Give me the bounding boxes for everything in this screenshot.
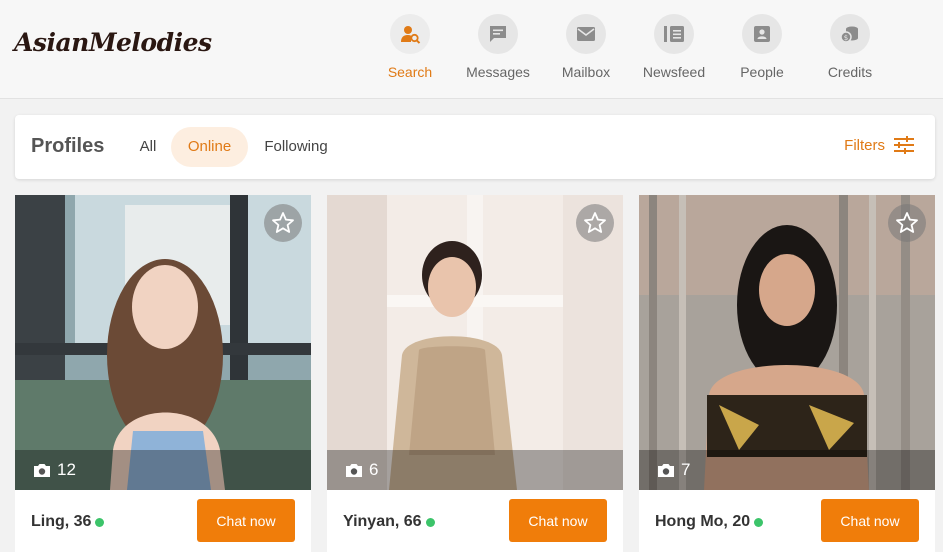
profile-photo[interactable]: 7 (639, 195, 935, 490)
profile-photo[interactable]: 12 (15, 195, 311, 490)
nav-newsfeed[interactable]: Newsfeed (630, 14, 718, 84)
profile-card[interactable]: 6 Yinyan, 66 Chat now (327, 195, 623, 552)
nav-label: Newsfeed (642, 64, 706, 80)
photo-count-value: 6 (369, 460, 379, 479)
svg-text:$: $ (844, 34, 848, 42)
camera-icon (658, 463, 674, 477)
online-status-dot (425, 517, 435, 527)
profile-name-text: Ling, 36 (31, 513, 92, 530)
chat-now-button[interactable]: Chat now (197, 499, 295, 542)
profile-name[interactable]: Yinyan, 66 (343, 513, 435, 531)
photo-count[interactable]: 7 (657, 460, 690, 480)
search-user-icon (390, 14, 430, 54)
profile-name[interactable]: Hong Mo, 20 (655, 513, 764, 531)
profile-name-text: Yinyan, 66 (343, 513, 422, 530)
newsfeed-icon (654, 14, 694, 54)
online-status-dot (754, 517, 764, 527)
nav-people[interactable]: People (718, 14, 806, 84)
filters-label: Filters (844, 136, 885, 154)
photo-count[interactable]: 6 (345, 460, 378, 480)
nav-label: Messages (466, 64, 530, 80)
star-icon (272, 212, 294, 233)
favorite-star-button[interactable] (576, 204, 614, 242)
site-logo[interactable]: AsianMelodies (14, 28, 212, 57)
tab-all[interactable]: All (133, 127, 163, 167)
favorite-star-button[interactable] (888, 204, 926, 242)
profile-name[interactable]: Ling, 36 (31, 513, 105, 531)
nav-label: Search (387, 64, 433, 80)
nav-label: People (740, 64, 784, 80)
photo-count-value: 12 (57, 460, 76, 479)
credits-icon: $ (830, 14, 870, 54)
profile-name-text: Hong Mo, 20 (655, 513, 751, 530)
filters-button[interactable]: Filters (844, 135, 915, 155)
top-navigation-bar: AsianMelodies Search Messages Mailbox Ne… (0, 0, 943, 99)
tab-online[interactable]: Online (171, 127, 248, 167)
nav-label: Credits (827, 64, 873, 80)
profiles-filter-bar: Profiles All Online Following Filters (15, 115, 935, 179)
camera-icon (346, 463, 362, 477)
nav-search[interactable]: Search (366, 14, 454, 84)
nav-messages[interactable]: Messages (454, 14, 542, 84)
message-icon (478, 14, 518, 54)
star-icon (584, 212, 606, 233)
nav-label: Mailbox (561, 64, 611, 80)
chat-now-button[interactable]: Chat now (821, 499, 919, 542)
photo-count[interactable]: 12 (33, 460, 76, 480)
profile-card[interactable]: 7 Hong Mo, 20 Chat now (639, 195, 935, 552)
sliders-icon (894, 136, 914, 154)
nav-mailbox[interactable]: Mailbox (542, 14, 630, 84)
profile-card[interactable]: 12 Ling, 36 Chat now (15, 195, 311, 552)
people-icon (742, 14, 782, 54)
star-icon (896, 212, 918, 233)
favorite-star-button[interactable] (264, 204, 302, 242)
photo-count-value: 7 (681, 460, 691, 479)
nav-credits[interactable]: $ Credits (806, 14, 894, 84)
online-status-dot (95, 517, 105, 527)
tab-following[interactable]: Following (260, 127, 332, 167)
chat-now-button[interactable]: Chat now (509, 499, 607, 542)
page-title: Profiles (31, 135, 105, 157)
mail-icon (566, 14, 606, 54)
profile-photo[interactable]: 6 (327, 195, 623, 490)
camera-icon (34, 463, 50, 477)
